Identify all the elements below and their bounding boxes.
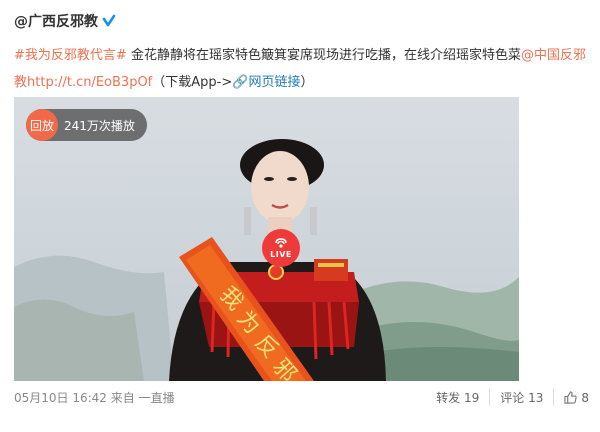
- post-date[interactable]: 05月10日 16:42: [14, 391, 107, 405]
- live-badge[interactable]: LIVE: [262, 229, 300, 267]
- short-link[interactable]: http://t.cn/EoB3pOf: [27, 75, 152, 90]
- paren-close: ）: [300, 75, 314, 90]
- download-app-link[interactable]: 下载App->: [165, 75, 232, 90]
- comment-button[interactable]: 评论 13: [490, 389, 555, 406]
- like-count: 8: [581, 390, 589, 405]
- author-name[interactable]: @广西反邪教: [14, 11, 98, 31]
- post-body: 金花静静将在瑶家特色簸箕宴席现场进行吃播，在线介绍瑶家特色菜: [130, 48, 521, 63]
- from-label: 来自: [110, 391, 135, 405]
- play-count: 241万次播放: [64, 118, 135, 133]
- source-link[interactable]: 一直播: [139, 391, 175, 405]
- post-footer: 05月10日 16:42 来自 一直播 转发 19 评论 13 8: [14, 386, 589, 410]
- live-broadcast-icon: [275, 238, 287, 248]
- video-player[interactable]: 我 为 反 邪 回放 241万次播放 LIVE: [14, 97, 519, 381]
- repost-button[interactable]: 转发 19: [426, 389, 491, 406]
- paren-open: （: [152, 75, 166, 90]
- live-label: LIVE: [270, 250, 292, 259]
- post-meta: 05月10日 16:42 来自 一直播: [14, 389, 175, 406]
- like-button[interactable]: 8: [554, 391, 589, 405]
- verified-icon: [102, 14, 116, 27]
- link-icon: 🔗: [232, 75, 249, 90]
- replay-badge[interactable]: 回放 241万次播放: [26, 109, 147, 141]
- thumbs-up-icon: [564, 391, 578, 404]
- webpage-link[interactable]: 网页链接: [248, 75, 300, 90]
- replay-button[interactable]: 回放: [26, 109, 58, 141]
- post-actions: 转发 19 评论 13 8: [426, 389, 589, 406]
- post-text: #我为反邪教代言# 金花静静将在瑶家特色簸箕宴席现场进行吃播，在线介绍瑶家特色菜…: [14, 42, 589, 96]
- hashtag-link[interactable]: #我为反邪教代言#: [14, 48, 127, 63]
- post-header: @广西反邪教: [14, 8, 116, 34]
